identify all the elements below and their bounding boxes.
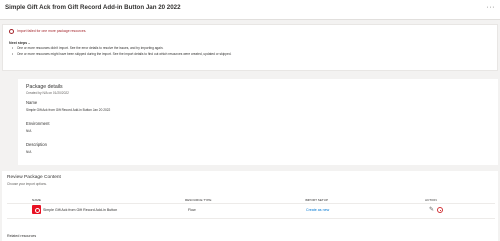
import-setup-link[interactable]: Create as new	[306, 208, 329, 212]
top-bar: Simple Gift Ack from Gift Record Add-in …	[0, 0, 500, 20]
next-step-item: One or more resources might have been sk…	[12, 52, 231, 58]
flow-resource-icon	[32, 205, 41, 214]
column-header-import-setup: IMPORT SETUP	[305, 198, 329, 202]
description-value: N/A	[26, 150, 32, 154]
review-subtitle: Choose your import options.	[7, 182, 47, 186]
related-resources-label: Related resources	[7, 234, 37, 238]
edit-pencil-icon[interactable]: ✎	[429, 207, 434, 213]
next-steps-label: Next steps –	[9, 41, 31, 45]
page-title: Simple Gift Ack from Gift Record Add-in …	[5, 4, 181, 11]
error-alert: Import failed for one more package resou…	[2, 24, 498, 71]
resource-name: Simple Gift Ack from Gift Record Add-in …	[43, 208, 118, 212]
environment-value: N/A	[26, 129, 32, 133]
review-title: Review Package Content	[7, 175, 61, 180]
error-circle-icon	[9, 29, 14, 34]
description-label: Description	[26, 142, 47, 147]
alert-message: Import failed for one more package resou…	[17, 29, 87, 33]
column-header-action: ACTION	[425, 198, 437, 202]
package-details-title: Package details	[26, 84, 63, 90]
name-label: Name	[26, 100, 38, 105]
column-header-name: NAME	[32, 198, 41, 202]
resource-type: Flow	[188, 208, 196, 212]
name-value: Simple Gift Ack from Gift Record Add-in …	[26, 108, 111, 112]
error-status-icon[interactable]	[437, 207, 443, 213]
column-header-resource-type: RESOURCE TYPE	[185, 198, 212, 202]
table-row[interactable]: Simple Gift Ack from Gift Record Add-in …	[7, 204, 495, 217]
package-details-card: Package details Created by N/A on 01/20/…	[18, 79, 498, 165]
created-by-text: Created by N/A on 01/20/2022	[26, 91, 69, 95]
row-divider	[7, 218, 495, 219]
next-steps-list: One or more resources didn't import. See…	[12, 46, 231, 58]
review-package-content: Review Package Content Choose your impor…	[2, 171, 498, 241]
environment-label: Environment	[26, 121, 50, 126]
more-options-icon[interactable]: ···	[487, 4, 496, 11]
